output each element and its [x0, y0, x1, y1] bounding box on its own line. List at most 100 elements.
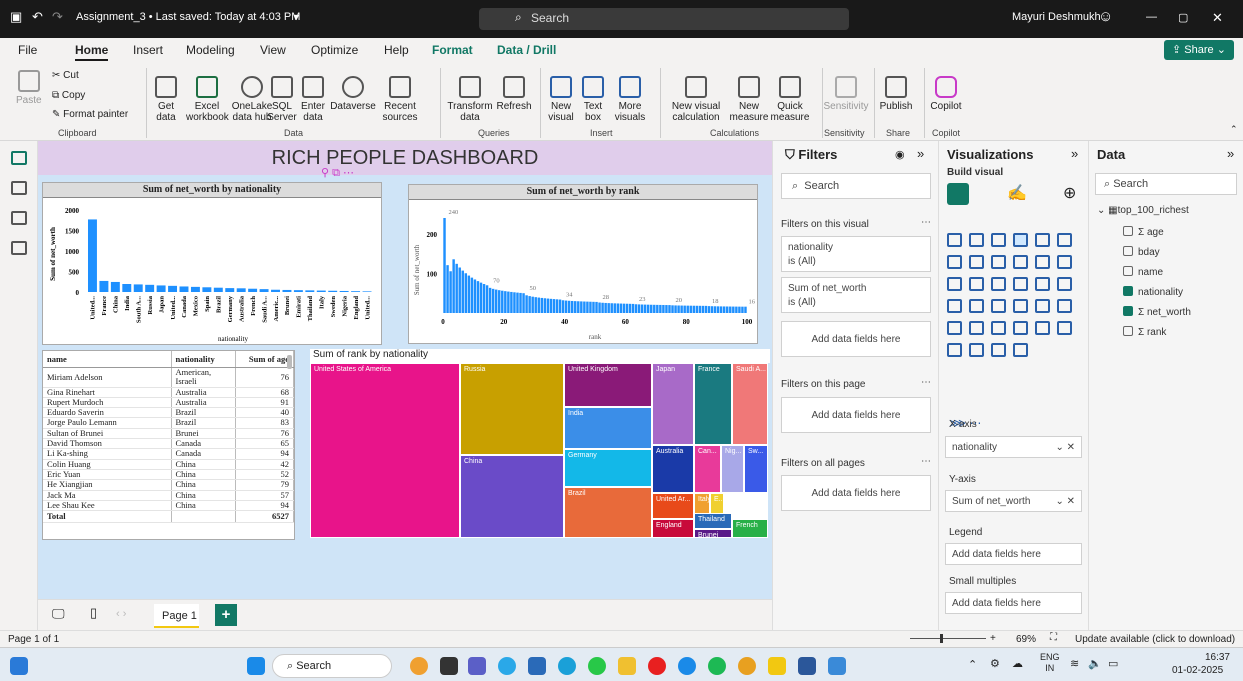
- dax-query-view-icon[interactable]: [11, 241, 27, 255]
- clustered-column-icon[interactable]: [1013, 233, 1028, 247]
- filters-search-input[interactable]: ⌕ Search: [781, 173, 931, 199]
- transform-data-button[interactable]: Transform data: [446, 76, 494, 123]
- copilot-taskbar-icon[interactable]: [498, 657, 516, 675]
- filter-icon[interactable]: ⚲ ⧉ ⋯: [321, 166, 354, 180]
- maximize-icon[interactable]: ▢: [1178, 11, 1188, 24]
- field-rank[interactable]: Σ rank: [1123, 326, 1166, 338]
- paste-button[interactable]: Paste: [16, 70, 42, 106]
- donut-icon[interactable]: [1035, 277, 1050, 291]
- treemap-tile[interactable]: China: [460, 455, 564, 538]
- qa-icon[interactable]: [1035, 321, 1050, 335]
- clock[interactable]: 16:37: [1190, 652, 1230, 664]
- copilot-button[interactable]: Copilot: [928, 76, 964, 112]
- filter-card-nationality[interactable]: nationality is (All): [781, 236, 931, 272]
- table-row[interactable]: He Xiangjian China 79: [43, 479, 294, 491]
- field-name[interactable]: name: [1123, 266, 1163, 278]
- format-visual-icon[interactable]: ✍: [1007, 183, 1027, 203]
- collapse-data-icon[interactable]: »: [1227, 146, 1234, 161]
- stacked-column-icon[interactable]: [1035, 233, 1050, 247]
- table-row[interactable]: Jack Ma China 57: [43, 490, 294, 501]
- table-row[interactable]: Eduardo Saverin Brazil 40: [43, 407, 294, 419]
- collapse-viz-icon[interactable]: »: [1071, 146, 1078, 161]
- build-visual-icon[interactable]: [947, 183, 969, 205]
- minimize-icon[interactable]: —: [1146, 11, 1157, 23]
- column-header-nationality[interactable]: nationality: [171, 351, 236, 368]
- document-title[interactable]: Assignment_3 • Last saved: Today at 4:03…: [76, 11, 300, 23]
- waterfall-icon[interactable]: [1035, 255, 1050, 269]
- power-apps-icon[interactable]: [969, 343, 984, 357]
- table-row[interactable]: Jorge Paulo Lemann Brazil 83: [43, 418, 294, 429]
- sensitivity-button[interactable]: Sensitivity: [820, 76, 872, 112]
- line-column-icon[interactable]: [1057, 255, 1072, 269]
- zoom-level[interactable]: 69%: [1016, 634, 1036, 645]
- close-icon[interactable]: ✕: [1212, 10, 1223, 26]
- table-row[interactable]: Rupert Murdoch Australia 91: [43, 397, 294, 409]
- add-page-button[interactable]: +: [215, 604, 237, 626]
- store-icon[interactable]: [528, 657, 546, 675]
- table-row[interactable]: Colin Huang China 42: [43, 459, 294, 470]
- save-icon[interactable]: ▣: [10, 9, 22, 25]
- sql-server-button[interactable]: SQL Server: [266, 76, 298, 123]
- python-visual-icon[interactable]: [969, 321, 984, 335]
- new-visual-calculation-button[interactable]: New visual calculation: [668, 76, 724, 123]
- wifi-icon[interactable]: ≋: [1070, 657, 1079, 670]
- opera-icon[interactable]: [648, 657, 666, 675]
- line-icon[interactable]: [947, 255, 962, 269]
- treemap-tile[interactable]: United Ar...: [652, 493, 694, 519]
- add-filter-page-dropzone[interactable]: Add data fields here: [781, 397, 931, 433]
- stacked-bar-100-icon[interactable]: [991, 233, 1006, 247]
- key-influencers-icon[interactable]: [991, 321, 1006, 335]
- treemap-tile[interactable]: Sw...: [744, 445, 768, 493]
- volume-icon[interactable]: 🔈: [1088, 657, 1102, 670]
- page-tab[interactable]: Page 1: [154, 604, 199, 628]
- stacked-area-icon[interactable]: [991, 255, 1006, 269]
- menu-format[interactable]: Format: [432, 43, 473, 57]
- treemap-tile[interactable]: Nig...: [721, 445, 744, 493]
- matrix-icon[interactable]: [1035, 299, 1050, 313]
- chrome-icon[interactable]: [678, 657, 696, 675]
- treemap-tile[interactable]: Brazil: [564, 487, 652, 538]
- field-net_worth[interactable]: Σ net_worth: [1123, 306, 1191, 318]
- cut-button[interactable]: ✂ Cut: [52, 70, 79, 81]
- battery-icon[interactable]: ▭: [1108, 657, 1118, 670]
- treemap-tile[interactable]: France: [694, 363, 732, 445]
- tray-app-icon[interactable]: ⚙: [990, 657, 1000, 670]
- undo-icon[interactable]: ↶: [32, 9, 43, 25]
- ribbon-icon[interactable]: [1013, 255, 1028, 269]
- more-visuals-button[interactable]: More visuals: [612, 76, 648, 123]
- treemap-tile[interactable]: Brunei: [694, 529, 732, 538]
- redo-icon[interactable]: ↷: [52, 9, 63, 25]
- whatsapp-icon[interactable]: [588, 657, 606, 675]
- table-view-icon[interactable]: [11, 181, 27, 195]
- treemap-tile[interactable]: Russia: [460, 363, 564, 455]
- nationality-bar-chart[interactable]: Sum of net_worth by nationality 0 500 1000…: [42, 182, 382, 345]
- table-row[interactable]: Sultan of Brunei Brunei 76: [43, 428, 294, 440]
- field-nationality[interactable]: nationality: [1123, 286, 1183, 298]
- chevron-down-icon[interactable]: ▼: [292, 12, 301, 22]
- menu-file[interactable]: File: [18, 43, 37, 57]
- update-notice[interactable]: Update available (click to download): [1075, 634, 1235, 645]
- new-measure-button[interactable]: New measure: [728, 76, 770, 123]
- column-header-age[interactable]: Sum of age: [235, 351, 294, 368]
- treemap-tile[interactable]: Thailand: [694, 513, 732, 529]
- map-icon[interactable]: [1057, 299, 1072, 313]
- collapse-ribbon-icon[interactable]: ⌃: [1230, 124, 1238, 135]
- avatar[interactable]: ☺: [1098, 8, 1113, 25]
- word-icon[interactable]: [798, 657, 816, 675]
- photos-icon[interactable]: [828, 657, 846, 675]
- tray-app2-icon[interactable]: ☁: [1012, 657, 1023, 670]
- zoom-slider[interactable]: [910, 638, 986, 639]
- menu-data-drill[interactable]: Data / Drill: [497, 43, 556, 57]
- prev-page-icon[interactable]: ‹ ›: [116, 608, 126, 620]
- rank-treemap[interactable]: Sum of rank by nationality United States…: [310, 349, 770, 540]
- table-scrollbar[interactable]: [287, 355, 292, 369]
- card-icon[interactable]: [947, 299, 962, 313]
- dataverse-button[interactable]: Dataverse: [330, 76, 376, 112]
- task-view-icon[interactable]: [440, 657, 458, 675]
- chrome-alt-icon[interactable]: [738, 657, 756, 675]
- search-input[interactable]: Search: [479, 8, 849, 30]
- small-multiples-dropzone[interactable]: Add data fields here: [945, 592, 1082, 614]
- fit-page-icon[interactable]: ⛶: [1050, 632, 1057, 643]
- y-axis-field[interactable]: Sum of net_worth ⌄ ✕: [945, 490, 1082, 512]
- table-node[interactable]: ⌄ ▦top_100_richest: [1097, 205, 1189, 216]
